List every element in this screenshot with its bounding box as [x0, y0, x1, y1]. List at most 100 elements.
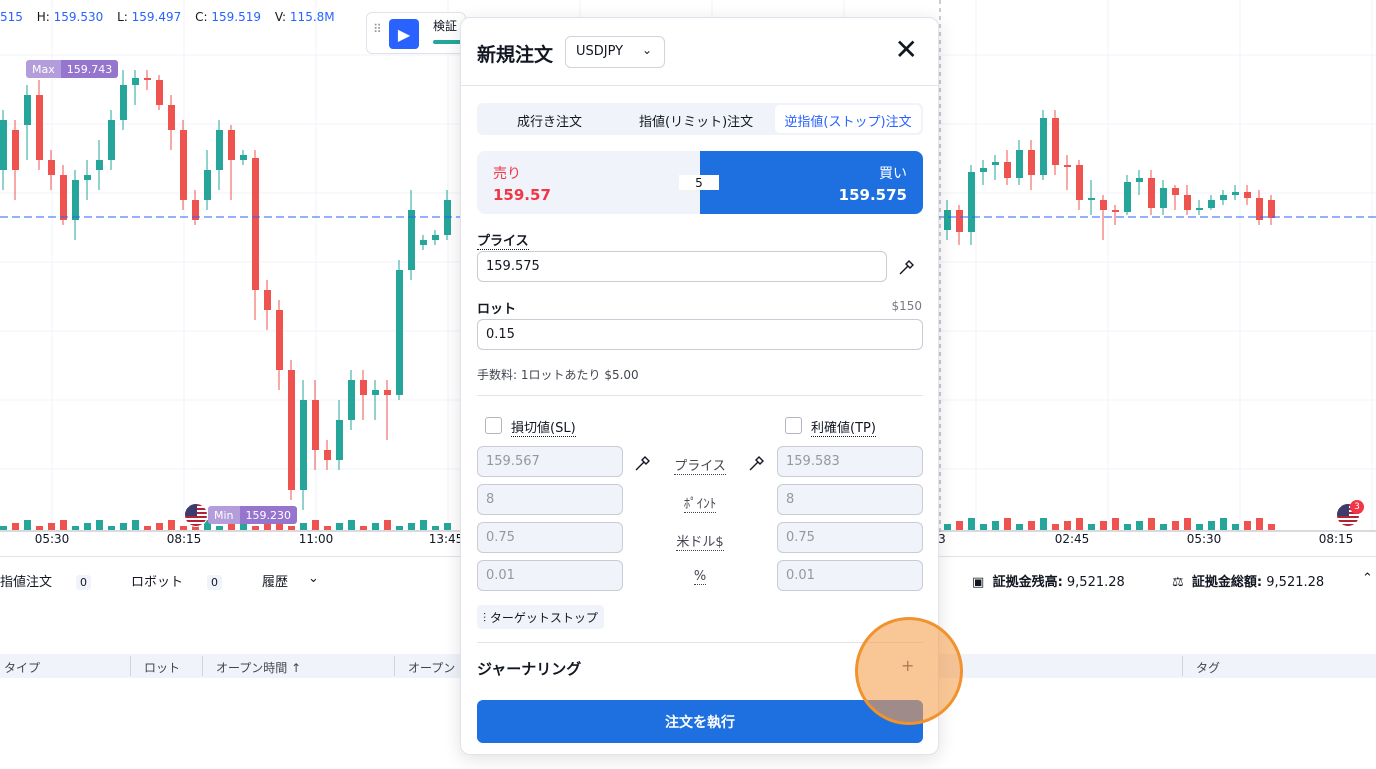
volume-bar [420, 520, 427, 530]
volume-bar [168, 520, 175, 530]
volume-bar [216, 526, 223, 530]
tab-stop-order[interactable]: 逆指値(ストップ)注文 [775, 105, 921, 133]
candle [360, 380, 367, 395]
candle [312, 400, 319, 450]
volume-bar [1196, 524, 1203, 530]
volume-bar [324, 526, 331, 530]
candle [980, 168, 987, 172]
tab-limit-orders[interactable]: 指値注文 0 [0, 571, 111, 590]
time-tick: 05:30 [1186, 532, 1222, 546]
candle [240, 155, 247, 160]
volume-bar [1088, 524, 1095, 530]
sl-checkbox[interactable] [485, 417, 502, 434]
candle [36, 95, 43, 160]
time-tick: 08:15 [1318, 532, 1354, 546]
chevron-down-icon: ⌄ [641, 43, 652, 57]
candle [1052, 118, 1059, 165]
buy-button[interactable]: 買い 159.575 [700, 151, 923, 214]
col-open-time[interactable]: オープン時間 ↑ [216, 659, 301, 676]
volume-bar [84, 523, 91, 530]
sell-button[interactable]: 売り 159.57 [477, 151, 700, 214]
candle [60, 175, 67, 220]
candle [1100, 200, 1107, 210]
volume-bar [968, 518, 975, 530]
volume-bar [228, 523, 235, 530]
volume-bar [60, 520, 67, 530]
candle [384, 390, 391, 395]
time-tick: 3 [938, 532, 946, 546]
max-price-tag: Max 159.743 [26, 60, 119, 78]
candle [372, 390, 379, 395]
volume-bar [0, 526, 7, 530]
eyedropper-icon[interactable] [747, 453, 767, 473]
col-type: タイプ [4, 661, 41, 675]
sl-price-input[interactable]: 159.567 [477, 446, 623, 477]
drag-handle-icon[interactable]: ⠿ [373, 23, 382, 35]
tab-limit-order[interactable]: 指値(リミット)注文 [639, 111, 753, 130]
lot-input[interactable]: 0.15 [477, 319, 923, 350]
replay-widget[interactable]: ⠿ ▶ 検証 [366, 12, 466, 54]
price-label: プライス [477, 230, 529, 250]
order-type-tabs: 成行き注文 指値(リミット)注文 逆指値(ストップ)注文 [477, 103, 923, 135]
eyedropper-icon[interactable] [897, 257, 917, 277]
submit-order-button[interactable]: 注文を執行 [477, 700, 923, 743]
volume-bar [72, 526, 79, 530]
volume-bar [1136, 521, 1143, 530]
candle [1268, 200, 1275, 218]
volume-bar [300, 523, 307, 530]
sl-points-input[interactable]: 8 [477, 484, 623, 515]
sl-percent-input[interactable]: 0.01 [477, 560, 623, 591]
trailing-stop-button[interactable]: ⫶ ターゲットストップ [477, 605, 604, 629]
tp-checkbox[interactable] [785, 417, 802, 434]
time-tick: 05:30 [34, 532, 70, 546]
tp-percent-input[interactable]: 0.01 [777, 560, 923, 591]
points-row-label: ﾎﾟｲﾝﾄ [683, 497, 717, 513]
volume-bar [1256, 518, 1263, 530]
volume-bar [264, 523, 271, 530]
tp-label: 利確値(TP) [811, 417, 876, 437]
time-tick: 13:45 [428, 532, 464, 546]
play-icon[interactable]: ▶ [389, 19, 419, 49]
candle [96, 160, 103, 170]
tp-points-input[interactable]: 8 [777, 484, 923, 515]
ohlc-readout: 515 H: 159.530 L: 159.497 C: 159.519 V: … [0, 10, 335, 24]
volume-bar [956, 521, 963, 530]
close-icon[interactable]: ✕ [895, 36, 918, 64]
time-tick: 02:45 [1054, 532, 1090, 546]
candle [1172, 188, 1179, 195]
tab-history[interactable]: 履歴 [262, 571, 288, 590]
tab-robots[interactable]: ロボット 0 [131, 571, 242, 590]
candle [348, 380, 355, 420]
volume-bar [24, 520, 31, 530]
sl-usd-input[interactable]: 0.75 [477, 522, 623, 553]
click-highlight [855, 617, 963, 725]
candle [132, 78, 139, 85]
time-tick: 08:15 [166, 532, 202, 546]
percent-row-label: % [693, 569, 707, 585]
chevron-down-icon[interactable]: ⌄ [308, 571, 319, 590]
volume-bar [12, 523, 19, 530]
volume-bar [1172, 521, 1179, 530]
volume-bar [1208, 521, 1215, 530]
volume-bar [1016, 524, 1023, 530]
candle [432, 235, 439, 240]
tab-market-order[interactable]: 成行き注文 [517, 111, 582, 130]
usd-row-label: 米ドル$ [676, 535, 724, 551]
chevron-up-icon[interactable]: ⌃ [1362, 571, 1373, 586]
volume-bar [1160, 524, 1167, 530]
scale-icon: ⚖ [1172, 575, 1184, 590]
symbol-select[interactable]: USDJPY ⌄ [565, 36, 665, 68]
us-flag-icon[interactable] [184, 503, 208, 527]
sliders-icon: ⫶ [483, 611, 487, 625]
lot-label: ロット [477, 302, 517, 317]
candle [12, 130, 19, 170]
volume-bar [1148, 518, 1155, 530]
candle [1016, 150, 1023, 178]
wallet-icon: ▣ [972, 575, 985, 590]
price-input[interactable]: 159.575 [477, 251, 887, 282]
tp-price-input[interactable]: 159.583 [777, 446, 923, 477]
dialog-title: 新規注文 [477, 44, 554, 66]
event-count-badge: 3 [1350, 500, 1364, 514]
tp-usd-input[interactable]: 0.75 [777, 522, 923, 553]
eyedropper-icon[interactable] [633, 453, 653, 473]
